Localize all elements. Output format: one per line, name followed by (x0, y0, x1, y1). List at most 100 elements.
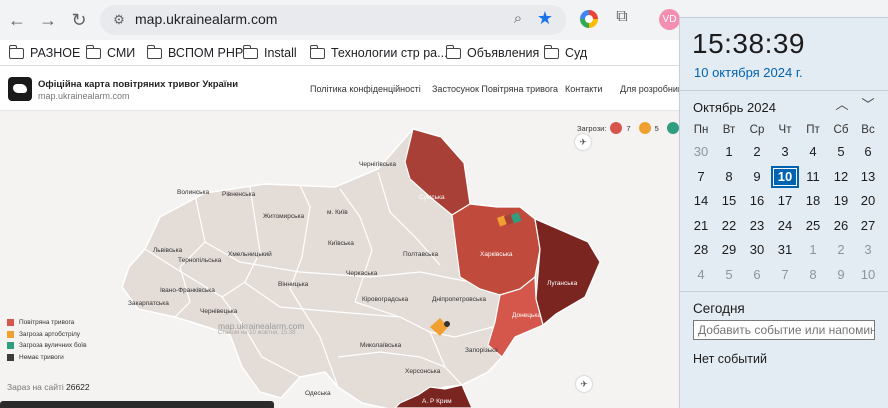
calendar-day[interactable]: 22 (715, 215, 743, 237)
flight-icon[interactable]: ✈ (576, 376, 592, 392)
folder-icon (8, 44, 24, 59)
compass-icon[interactable]: ✈ (575, 134, 591, 150)
weekday-header: Вт (722, 124, 736, 136)
chevron-up-icon[interactable]: ︿ (832, 95, 852, 115)
legend-item: Повітряна тривога (7, 317, 87, 328)
add-event-input[interactable] (693, 320, 875, 340)
label-sumy: Сумська (419, 194, 445, 201)
label-cherkasy: Черкаська (346, 270, 378, 277)
zoom-icon[interactable]: ⌕ (508, 10, 528, 30)
calendar-day[interactable]: 21 (687, 215, 715, 237)
nav-privacy-link[interactable]: Політика конфіденційності (310, 84, 421, 94)
ukraine-alarm-map: Волинська Рівненська Житомирська Чернігі… (121, 128, 601, 408)
nav-developers-link[interactable]: Для розробникі (620, 84, 680, 94)
calendar-day[interactable]: 6 (743, 264, 771, 286)
bookmark-folder[interactable]: Объявления (445, 44, 539, 62)
profile-avatar[interactable]: VD (659, 9, 680, 30)
puzzle-icon[interactable]: ⧉ (612, 8, 632, 30)
bookmark-folder[interactable]: Install (242, 44, 297, 62)
label-mykolaiv: Миколаївська (360, 342, 402, 349)
calendar-day[interactable]: 10 (854, 264, 882, 286)
url-text[interactable]: map.ukrainealarm.com (135, 11, 277, 27)
calendar-day[interactable]: 30 (687, 141, 715, 163)
calendar-day[interactable]: 2 (743, 141, 771, 163)
calendar-day[interactable]: 29 (715, 239, 743, 261)
calendar-day[interactable]: 19 (827, 190, 855, 212)
threats-summary[interactable]: Загрози: 7 5 (577, 122, 679, 134)
calendar-day[interactable]: 16 (743, 190, 771, 212)
site-title[interactable]: Офіційна карта повітряних тривог України (38, 79, 238, 90)
site-info-icon[interactable]: ⚙ (110, 11, 128, 29)
calendar-day[interactable]: 7 (687, 166, 715, 188)
map-legend: Повітряна тривога Загроза артобстрілу За… (7, 317, 87, 363)
calendar-day[interactable]: 13 (854, 166, 882, 188)
folder-icon (85, 44, 101, 59)
calendar-day[interactable]: 12 (827, 166, 855, 188)
calendar-day[interactable]: 23 (743, 215, 771, 237)
legend-swatch (7, 319, 14, 326)
video-thumbnail[interactable] (0, 401, 274, 408)
calendar-day[interactable]: 4 (799, 141, 827, 163)
date-link[interactable]: 10 октября 2024 г. (694, 65, 803, 80)
label-dnipro: Дніпропетровська (432, 295, 486, 303)
calendar-day[interactable]: 28 (687, 239, 715, 261)
calendar-day[interactable]: 1 (715, 141, 743, 163)
address-bar[interactable]: ⚙ map.ukrainealarm.com ⌕ ★ (100, 5, 566, 35)
bookmark-folder[interactable]: Технологии стр ра... (309, 44, 448, 62)
calendar-day-today[interactable]: 10 (771, 165, 799, 188)
calendar-day[interactable]: 24 (771, 215, 799, 237)
artillery-count: 5 (654, 123, 659, 133)
calendar-day[interactable]: 8 (799, 264, 827, 286)
calendar-day[interactable]: 20 (854, 190, 882, 212)
bookmark-folder[interactable]: РАЗНОЕ (8, 44, 80, 62)
calendar-day[interactable]: 27 (854, 215, 882, 237)
back-arrow-icon[interactable]: ← (5, 8, 29, 32)
calendar-day[interactable]: 14 (687, 190, 715, 212)
legend-swatch (7, 330, 14, 338)
label-kharkiv: Харківська (480, 250, 513, 258)
bookmark-folder[interactable]: ВСПОМ PHP (146, 44, 243, 62)
color-extension-icon[interactable] (580, 10, 598, 28)
calendar-day[interactable]: 17 (771, 190, 799, 212)
calendar-day[interactable]: 9 (743, 166, 771, 188)
label-volyn: Волинська (177, 189, 209, 196)
calendar-day[interactable]: 25 (799, 215, 827, 237)
month-label[interactable]: Октябрь 2024 (693, 100, 776, 115)
calendar-day[interactable]: 15 (715, 190, 743, 212)
label-chernivtsi: Чернівецька (200, 307, 238, 315)
label-kyiv-city: м. Київ (327, 209, 348, 216)
calendar-day[interactable]: 30 (743, 239, 771, 261)
legend-item: Загроза вуличних боїв (7, 340, 87, 351)
divider (680, 90, 888, 91)
chevron-down-icon[interactable]: ﹀ (858, 95, 878, 115)
calendar-day[interactable]: 11 (799, 166, 827, 188)
forward-arrow-icon[interactable]: → (36, 8, 60, 32)
legend-item: Загроза артобстрілу (7, 329, 87, 340)
calendar-day[interactable]: 3 (854, 239, 882, 261)
bookmark-folder[interactable]: Суд (543, 44, 587, 62)
online-label: Зараз на сайті (7, 382, 64, 392)
calendar-day[interactable]: 5 (715, 264, 743, 286)
calendar-day[interactable]: 4 (687, 264, 715, 286)
nav-contacts-link[interactable]: Контакти (565, 84, 602, 94)
calendar-day[interactable]: 18 (799, 190, 827, 212)
calendar-day[interactable]: 1 (799, 239, 827, 261)
calendar-day[interactable]: 8 (715, 166, 743, 188)
weekday-header: Вс (861, 124, 875, 136)
folder-icon (242, 44, 258, 59)
calendar-day[interactable]: 7 (771, 264, 799, 286)
ukraine-logo-icon[interactable] (8, 77, 32, 101)
bookmark-folder[interactable]: СМИ (85, 44, 135, 62)
label-odesa: Одеська (305, 390, 331, 397)
calendar-day[interactable]: 31 (771, 239, 799, 261)
calendar-day[interactable]: 2 (827, 239, 855, 261)
calendar-day[interactable]: 6 (854, 141, 882, 163)
calendar-day[interactable]: 26 (827, 215, 855, 237)
calendar-day[interactable]: 3 (771, 141, 799, 163)
nav-app-link[interactable]: Застосунок Повітряна тривога (432, 84, 558, 94)
reload-icon[interactable]: ↻ (67, 8, 91, 32)
calendar-day[interactable]: 5 (827, 141, 855, 163)
calendar-day[interactable]: 9 (827, 264, 855, 286)
calendar-flyout: 15:38:39 10 октября 2024 г. Октябрь 2024… (679, 17, 888, 408)
star-icon[interactable]: ★ (534, 8, 556, 30)
